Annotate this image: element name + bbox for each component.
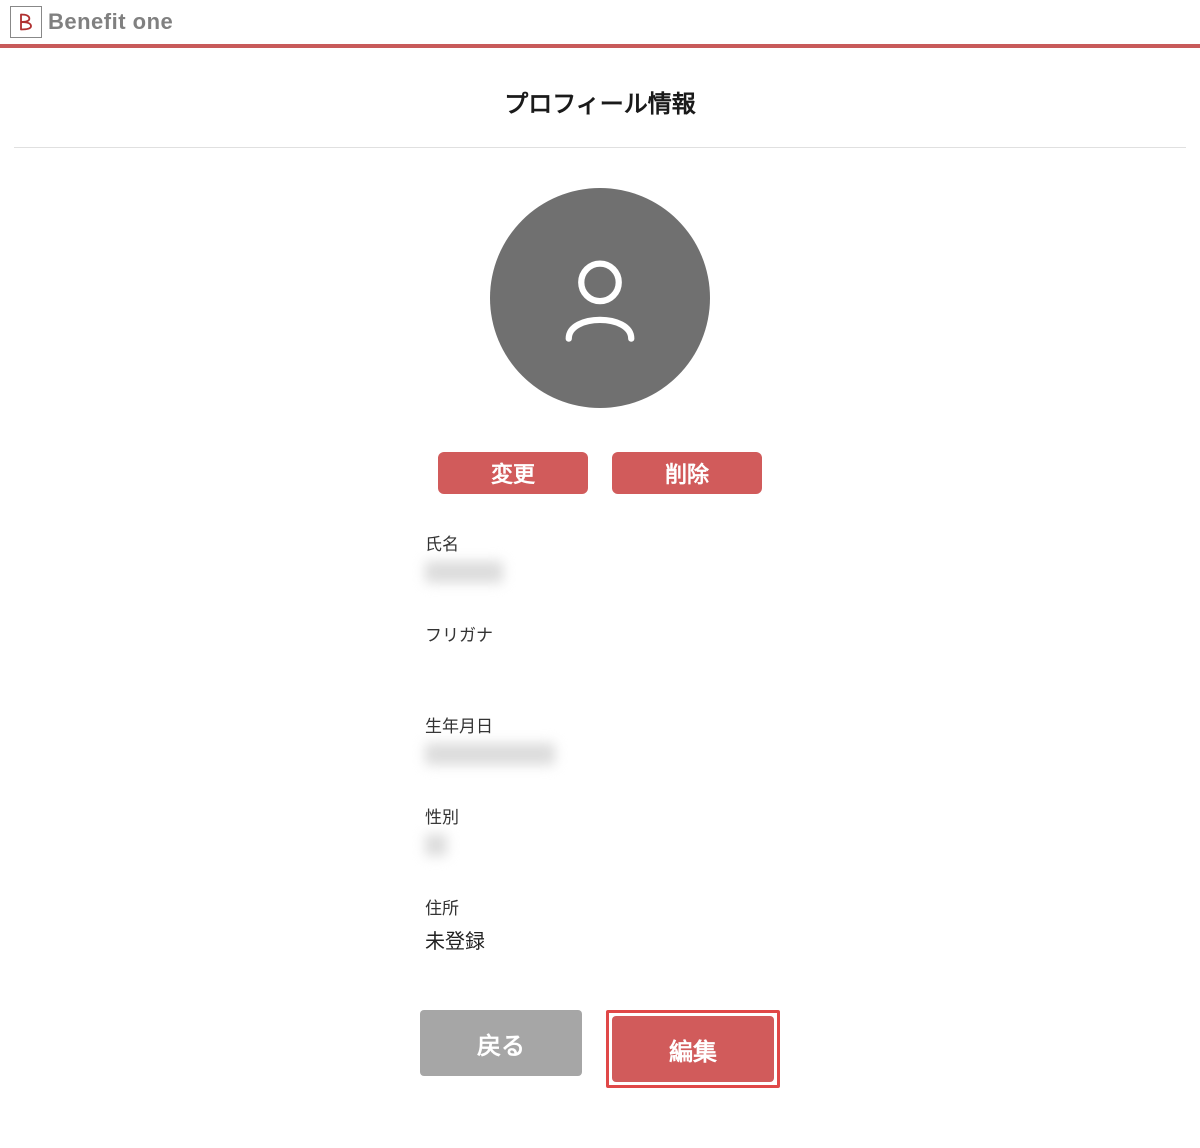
- field-gender-label: 性別: [425, 803, 775, 828]
- field-address-value: 未登録: [425, 925, 775, 954]
- profile-content: 変更 削除 氏名 XXXXX フリガナ 生年月日 XXXXXXXXXX 性別 X…: [0, 148, 1200, 1148]
- field-name-value: XXXXX: [425, 561, 775, 585]
- app-header: Benefit one: [0, 0, 1200, 48]
- bottom-actions: 戻る 編集: [420, 1010, 780, 1088]
- field-furigana: フリガナ: [425, 621, 775, 676]
- brand-logo: [10, 6, 42, 38]
- field-name-label: 氏名: [425, 530, 775, 555]
- field-dob-label: 生年月日: [425, 712, 775, 737]
- field-gender-value: X: [425, 834, 775, 858]
- person-icon: [550, 248, 650, 348]
- change-avatar-button[interactable]: 変更: [438, 452, 588, 494]
- field-furigana-value: [425, 652, 775, 676]
- profile-fields: 氏名 XXXXX フリガナ 生年月日 XXXXXXXXXX 性別 X 住所 未登…: [425, 530, 775, 990]
- edit-button[interactable]: 編集: [612, 1016, 774, 1082]
- field-dob-value: XXXXXXXXXX: [425, 743, 775, 767]
- page-title: プロフィール情報: [0, 48, 1200, 147]
- field-name: 氏名 XXXXX: [425, 530, 775, 585]
- brand-logo-icon: [16, 12, 36, 32]
- field-address: 住所 未登録: [425, 894, 775, 954]
- avatar: [490, 188, 710, 408]
- edit-button-highlight: 編集: [606, 1010, 780, 1088]
- field-furigana-label: フリガナ: [425, 621, 775, 646]
- brand-name: Benefit one: [48, 9, 173, 35]
- avatar-actions: 変更 削除: [438, 452, 762, 494]
- field-dob: 生年月日 XXXXXXXXXX: [425, 712, 775, 767]
- field-address-label: 住所: [425, 894, 775, 919]
- delete-avatar-button[interactable]: 削除: [612, 452, 762, 494]
- back-button[interactable]: 戻る: [420, 1010, 582, 1076]
- field-gender: 性別 X: [425, 803, 775, 858]
